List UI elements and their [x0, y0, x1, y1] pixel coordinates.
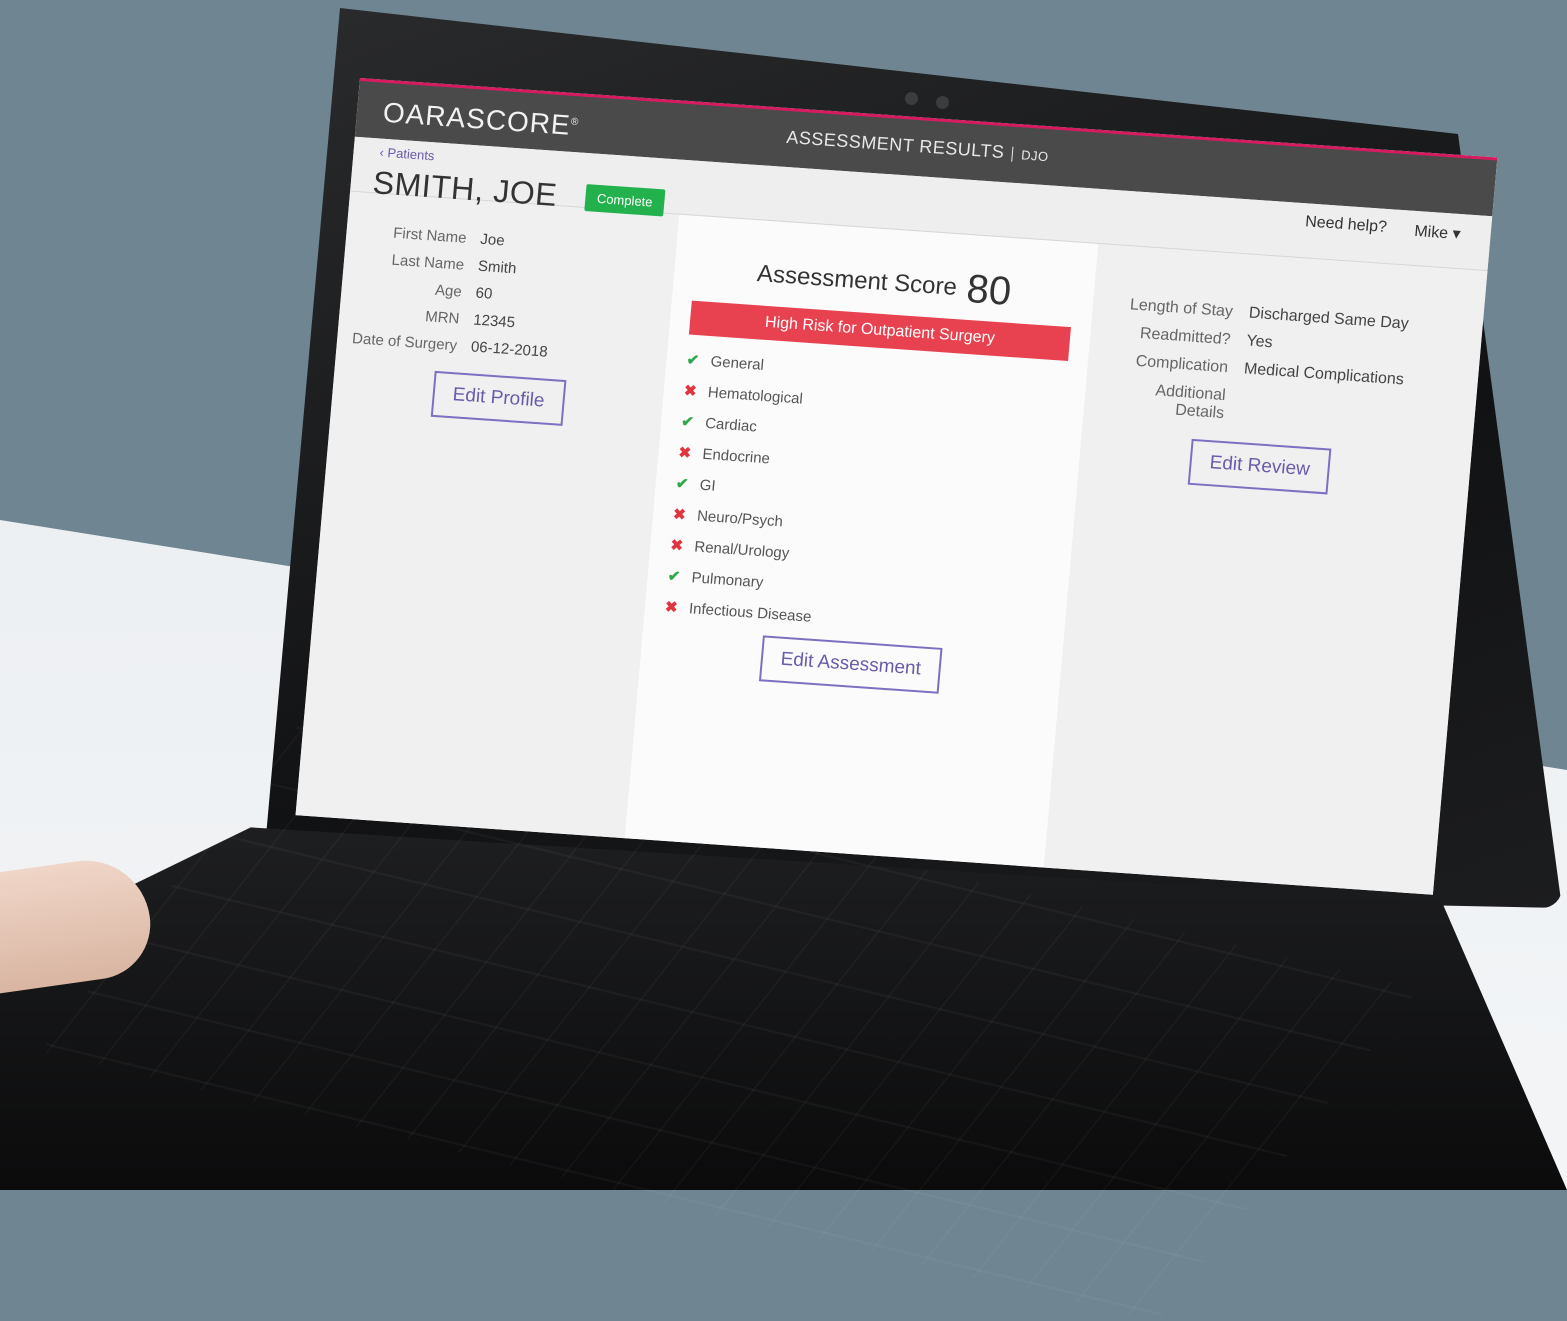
review-field-label: Readmitted?	[1139, 325, 1232, 349]
profile-field-value: Smith	[477, 257, 518, 278]
profile-field-label: First Name	[392, 224, 468, 247]
check-icon: ✔	[685, 351, 700, 370]
profile-field-value: 12345	[472, 311, 516, 332]
page-tag: DJO	[1011, 146, 1050, 165]
cross-icon: ✖	[669, 536, 684, 555]
app-screen: OARASCORE® ASSESSMENT RESULTS DJO ‹ Patie…	[295, 78, 1498, 895]
profile-field-value: 06-12-2018	[470, 338, 549, 361]
review-field-label: Additional Details	[1154, 382, 1227, 423]
cross-icon: ✖	[672, 505, 687, 524]
checklist-label: Endocrine	[701, 445, 771, 467]
check-icon: ✔	[667, 567, 682, 586]
check-icon: ✔	[680, 413, 695, 432]
edit-assessment-button[interactable]: Edit Assessment	[758, 635, 943, 694]
checklist-label: Infectious Disease	[688, 599, 813, 626]
profile-field-label: Age	[434, 281, 463, 301]
profile-field-value: 60	[474, 284, 494, 303]
checklist-label: Neuro/Psych	[696, 507, 784, 530]
assessment-panel: Assessment Score 80 High Risk for Outpati…	[624, 214, 1099, 872]
cross-icon: ✖	[664, 598, 679, 617]
review-field-label: Length of Stay	[1129, 296, 1234, 321]
review-field-value: Discharged Same Day	[1248, 304, 1410, 333]
cross-icon: ✖	[683, 382, 698, 401]
logo: OARASCORE®	[381, 96, 580, 141]
assessment-checklist: ✔ General ✖ Hematological ✔ Cardiac ✖ Endocrine…	[664, 350, 1066, 641]
review-field-value: Medical Complications	[1243, 360, 1405, 389]
review-field-value: Yes	[1245, 332, 1274, 352]
review-panel: Length of Stay Discharged Same Day Readmit…	[1043, 243, 1488, 895]
checklist-label: Pulmonary	[691, 568, 765, 591]
checklist-label: Hematological	[707, 383, 804, 408]
check-icon: ✔	[675, 474, 690, 493]
camera-icon	[936, 96, 949, 109]
profile-field-value: Joe	[479, 230, 506, 250]
camera-icon	[905, 92, 918, 105]
back-link[interactable]: ‹ Patients	[379, 145, 435, 164]
status-badge: Complete	[583, 184, 666, 217]
checklist-label: GI	[699, 476, 717, 495]
profile-field-label: Last Name	[390, 251, 465, 274]
edit-review-button[interactable]: Edit Review	[1187, 438, 1332, 495]
caret-down-icon: ▾	[1451, 225, 1462, 244]
checklist-label: Cardiac	[704, 414, 758, 435]
checklist-label: Renal/Urology	[693, 537, 791, 562]
profile-field-label: MRN	[424, 308, 461, 328]
user-menu[interactable]: Mike ▾	[1414, 221, 1462, 244]
checklist-label: General	[709, 352, 765, 374]
edit-profile-button[interactable]: Edit Profile	[430, 370, 567, 426]
assessment-score: 80	[964, 266, 1014, 314]
cross-icon: ✖	[677, 444, 692, 462]
review-field-label: Complication	[1135, 352, 1229, 377]
help-link[interactable]: Need help?	[1304, 213, 1387, 237]
patient-profile-panel: First Name Joe Last Name Smith Age 60 MRN 12345…	[295, 191, 680, 843]
profile-field-label: Date of Surgery	[351, 330, 458, 355]
